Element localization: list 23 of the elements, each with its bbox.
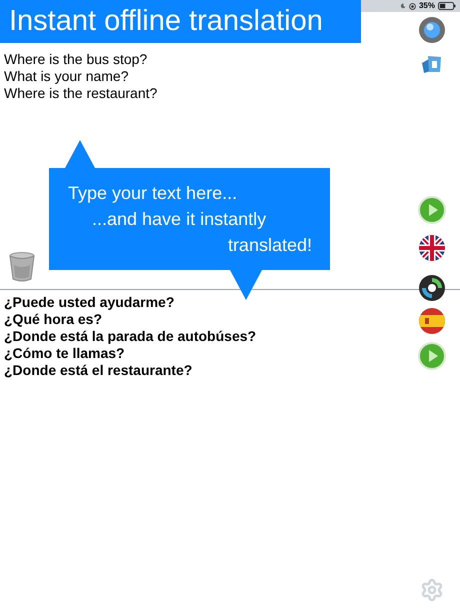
english-flag-button[interactable] [418,234,446,262]
source-text-line: Where is the bus stop? [4,51,148,68]
battery-icon [438,2,456,10]
callout-text: translated! [228,234,312,257]
translation-text-line: ¿Qué hora es? [4,311,102,328]
translation-text-line: ¿Cómo te llamas? [4,345,125,362]
title-banner: Instant offline translation [0,0,361,43]
translation-text-line: ¿Puede usted ayudarme? [4,294,174,311]
translation-text-line: ¿Donde está la parada de autobúses? [4,328,256,345]
translation-text-line: ¿Donde está el restaurante? [4,362,192,379]
play-button[interactable] [418,342,446,370]
callout-text: ...and have it instantly [92,208,266,231]
source-text-line: What is your name? [4,68,128,85]
lock-rotation-icon [408,2,416,10]
trash-button[interactable] [7,251,37,283]
record-button[interactable] [418,16,446,44]
spanish-flag-button[interactable] [418,307,446,335]
callout-text: Type your text here... [68,182,238,205]
source-text-line: Where is the restaurant? [4,85,158,102]
moon-icon [400,3,406,9]
swap-languages-button[interactable] [418,274,446,302]
battery-percentage: 35% [418,2,435,10]
play-button[interactable] [418,196,446,224]
